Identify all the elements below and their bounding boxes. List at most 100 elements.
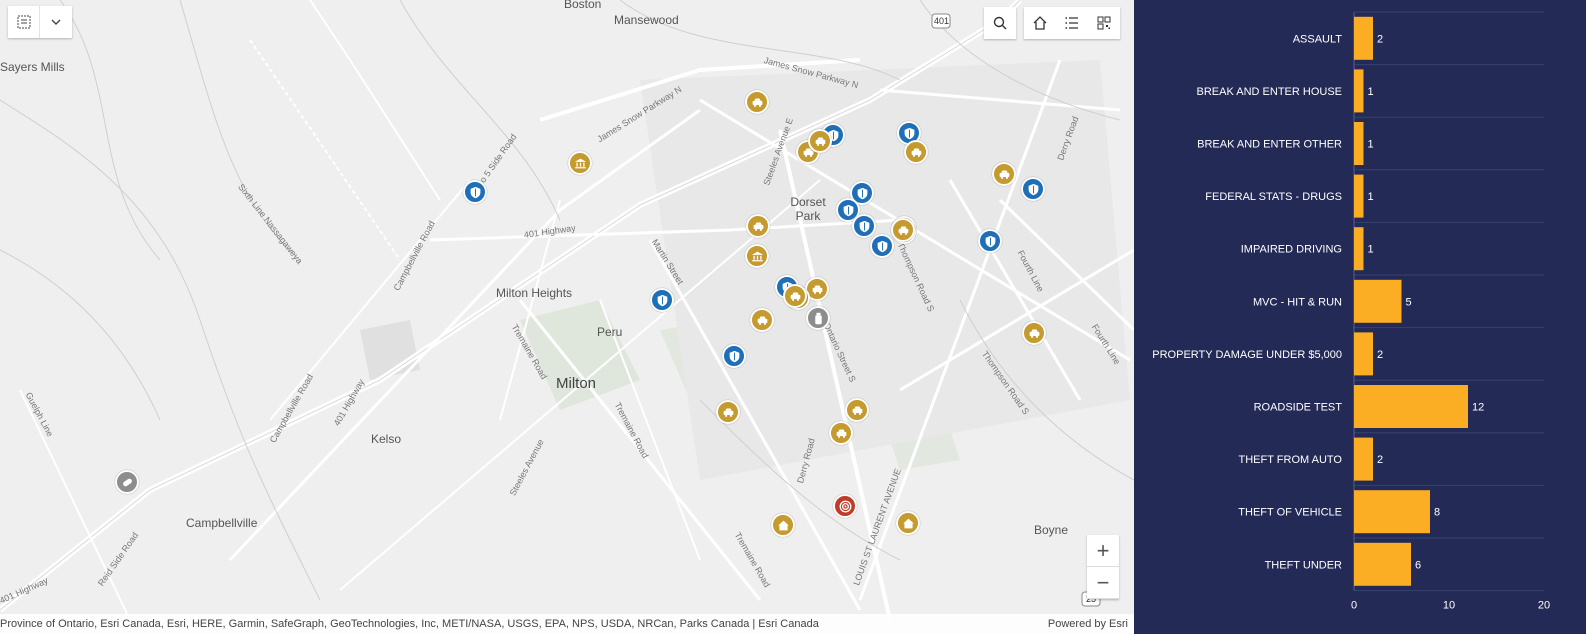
search-widget[interactable] xyxy=(984,7,1016,39)
pill-icon xyxy=(122,478,132,486)
marker-vehicle[interactable] xyxy=(992,162,1016,186)
data-label: 2 xyxy=(1377,33,1383,45)
marker-vehicle[interactable] xyxy=(808,129,832,153)
place-label: Peru xyxy=(597,325,623,339)
shield-icon xyxy=(904,127,914,139)
powered-by-link[interactable]: Powered by Esri xyxy=(1048,618,1128,630)
category-label: MVC - HIT & RUN xyxy=(1253,296,1342,308)
shield-icon xyxy=(859,220,869,232)
home-icon[interactable] xyxy=(1024,7,1056,39)
marker-vehicle[interactable] xyxy=(891,218,915,242)
target-icon xyxy=(839,500,851,512)
marker-vehicle[interactable] xyxy=(1022,321,1046,345)
data-label: 6 xyxy=(1415,559,1421,571)
marker-vehicle[interactable] xyxy=(783,284,807,308)
place-label: Milton xyxy=(556,375,597,392)
marker-bank[interactable] xyxy=(745,244,769,268)
car-icon xyxy=(999,169,1009,179)
marker-police[interactable] xyxy=(870,234,894,258)
category-label: ASSAULT xyxy=(1293,33,1343,45)
shield-icon xyxy=(657,294,667,306)
data-label: 8 xyxy=(1434,507,1440,519)
car-icon xyxy=(898,225,908,235)
map-basemap xyxy=(0,0,1134,621)
shield-icon xyxy=(1028,183,1038,195)
zoom-control: + − xyxy=(1087,535,1119,599)
house-icon xyxy=(777,520,789,530)
data-label: 5 xyxy=(1406,296,1412,308)
data-label: 1 xyxy=(1368,191,1374,203)
place-label: Milton Heights xyxy=(496,286,573,300)
shield-icon xyxy=(843,204,853,216)
marker-police[interactable] xyxy=(650,288,674,312)
bar xyxy=(1354,490,1430,534)
bar xyxy=(1354,279,1402,323)
category-label: THEFT OF VEHICLE xyxy=(1238,507,1342,519)
bar xyxy=(1354,69,1364,113)
marker-police[interactable] xyxy=(463,180,487,204)
marker-vehicle[interactable] xyxy=(845,398,869,422)
bar xyxy=(1354,122,1364,165)
attribution-text: Province of Ontario, Esri Canada, Esri, … xyxy=(0,618,819,630)
car-icon xyxy=(757,315,767,325)
bar xyxy=(1354,174,1364,218)
car-icon xyxy=(752,97,762,107)
map-tools xyxy=(1024,7,1120,39)
marker-vehicle[interactable] xyxy=(829,421,853,445)
chevron-down-icon[interactable] xyxy=(40,6,72,38)
category-label: ROADSIDE TEST xyxy=(1254,402,1343,414)
place-label: Kelso xyxy=(371,432,402,446)
category-label: THEFT UNDER xyxy=(1265,559,1342,571)
marker-police[interactable] xyxy=(852,214,876,238)
marker-police[interactable] xyxy=(722,344,746,368)
highway-shield-401-label: 401 xyxy=(934,16,950,26)
bar xyxy=(1354,437,1373,481)
list-icon[interactable] xyxy=(1056,7,1088,39)
car-icon xyxy=(1029,328,1039,338)
data-label: 12 xyxy=(1472,402,1484,414)
map-layers-icon[interactable] xyxy=(8,6,40,38)
category-label: PROPERTY DAMAGE UNDER $5,000 xyxy=(1152,349,1342,361)
car-icon xyxy=(753,221,763,231)
car-icon xyxy=(790,291,800,301)
bar xyxy=(1354,542,1411,586)
map-view[interactable]: 401 25 Boston Mansewood Sayers Mills Dor… xyxy=(0,0,1134,634)
marker-vehicle[interactable] xyxy=(750,308,774,332)
category-label: IMPAIRED DRIVING xyxy=(1241,244,1342,256)
marker-vehicle[interactable] xyxy=(746,214,770,238)
marker-drugs[interactable] xyxy=(115,470,139,494)
bar xyxy=(1354,16,1373,60)
qr-icon[interactable] xyxy=(1088,7,1120,39)
bottle-icon xyxy=(814,312,822,324)
marker-drugs[interactable] xyxy=(806,306,830,330)
bar xyxy=(1354,385,1468,428)
category-label: BREAK AND ENTER OTHER xyxy=(1197,139,1342,151)
car-icon xyxy=(836,428,846,438)
car-icon xyxy=(911,147,921,157)
marker-bank[interactable] xyxy=(568,151,592,175)
x-tick-label: 0 xyxy=(1351,600,1357,612)
layer-selector[interactable] xyxy=(8,6,72,38)
category-label: FEDERAL STATS - DRUGS xyxy=(1205,191,1342,203)
marker-house[interactable] xyxy=(896,511,920,535)
place-label: Boston xyxy=(564,0,602,11)
shield-icon xyxy=(877,240,887,252)
house-icon xyxy=(902,518,914,528)
bar xyxy=(1354,227,1364,271)
zoom-in-button[interactable]: + xyxy=(1087,535,1119,567)
marker-vehicle[interactable] xyxy=(904,140,928,164)
marker-house[interactable] xyxy=(771,513,795,537)
marker-police[interactable] xyxy=(978,229,1002,253)
marker-vehicle[interactable] xyxy=(745,90,769,114)
marker-target[interactable] xyxy=(833,494,857,518)
marker-police[interactable] xyxy=(1021,177,1045,201)
shield-icon xyxy=(729,350,739,362)
data-label: 2 xyxy=(1377,454,1383,466)
zoom-out-button[interactable]: − xyxy=(1087,567,1119,599)
car-icon xyxy=(812,284,822,294)
category-label: THEFT FROM AUTO xyxy=(1239,454,1343,466)
place-label: Mansewood xyxy=(614,13,679,27)
dashboard: 401 2 5 Boston Mansewood Sayers Mills Dor… xyxy=(0,0,1586,634)
search-icon[interactable] xyxy=(984,7,1016,39)
marker-vehicle[interactable] xyxy=(716,400,740,424)
